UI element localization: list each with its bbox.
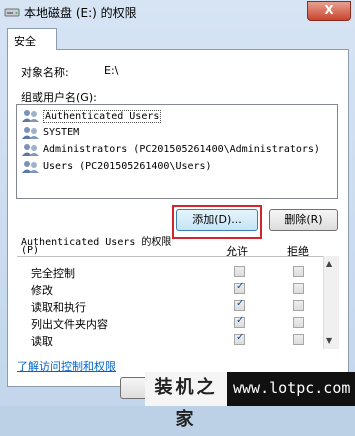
object-name-label: 对象名称:: [21, 66, 69, 79]
list-item-label: Authenticated Users: [43, 110, 162, 123]
list-item-label: Users (PC201505261400\Users): [43, 161, 212, 172]
allow-checkbox[interactable]: [234, 266, 245, 277]
access-control-help-link[interactable]: 了解访问控制和权限: [17, 358, 116, 374]
allow-checkbox[interactable]: [234, 332, 245, 345]
site-watermark: 装机之家 www.lotpc.com: [145, 372, 355, 430]
deny-checkbox[interactable]: [293, 283, 304, 294]
permissions-dialog: 本地磁盘 (E:) 的权限 X 安全 对象名称: E:\ 组或用户名(G): A…: [0, 0, 355, 430]
deny-checkbox[interactable]: [293, 266, 304, 277]
permissions-title: Authenticated Users 的权限: [21, 237, 172, 248]
list-item-label: SYSTEM: [43, 127, 80, 138]
scroll-up-icon[interactable]: ▲: [326, 259, 332, 268]
permission-name: 修改: [31, 284, 53, 297]
groups-listbox[interactable]: Authenticated Users SYSTEM Administrator…: [16, 104, 338, 199]
permission-name: 完全控制: [31, 267, 75, 280]
permission-row: 读取和执行: [17, 297, 339, 314]
remove-button[interactable]: 删除(R): [269, 209, 338, 231]
watermark-brand: 装机之家: [145, 372, 227, 430]
list-item-label: Administrators (PC201505261400\Administr…: [43, 144, 320, 155]
users-icon: [22, 127, 39, 139]
permission-name: 读取和执行: [31, 301, 86, 314]
users-icon: [22, 161, 39, 173]
deny-checkbox[interactable]: [293, 317, 304, 328]
deny-checkbox[interactable]: [293, 334, 304, 345]
tab-security[interactable]: 安全: [7, 28, 57, 50]
permission-name: 列出文件夹内容: [31, 318, 108, 331]
permissions-scrollbar[interactable]: ▲ ▼: [323, 256, 339, 349]
permission-row: 列出文件夹内容: [17, 314, 339, 331]
watermark-url: www.lotpc.com: [233, 379, 351, 397]
permissions-title-key: (P): [21, 245, 40, 256]
permissions-table: 完全控制 修改 读取和执行 列出文件夹内容 读取: [17, 256, 339, 350]
window-title: 本地磁盘 (E:) 的权限: [24, 6, 137, 20]
title-bar[interactable]: 本地磁盘 (E:) 的权限 X: [0, 0, 355, 26]
add-button[interactable]: 添加(D)...: [176, 209, 258, 231]
groups-label: 组或用户名(G):: [21, 91, 97, 104]
object-name-value: E:\: [104, 64, 119, 77]
deny-checkbox[interactable]: [293, 300, 304, 311]
permission-row: 读取: [17, 331, 339, 348]
allow-checkbox[interactable]: [234, 315, 245, 328]
allow-checkbox[interactable]: [234, 298, 245, 311]
drive-icon: [4, 8, 20, 17]
permission-name: 读取: [31, 335, 53, 348]
allow-checkbox[interactable]: [234, 281, 245, 294]
permission-row: 修改: [17, 280, 339, 297]
users-icon: [22, 144, 39, 156]
scroll-down-icon[interactable]: ▼: [326, 336, 332, 345]
permission-row: 完全控制: [17, 263, 339, 280]
close-button[interactable]: X: [307, 1, 351, 21]
users-icon: [22, 110, 39, 122]
